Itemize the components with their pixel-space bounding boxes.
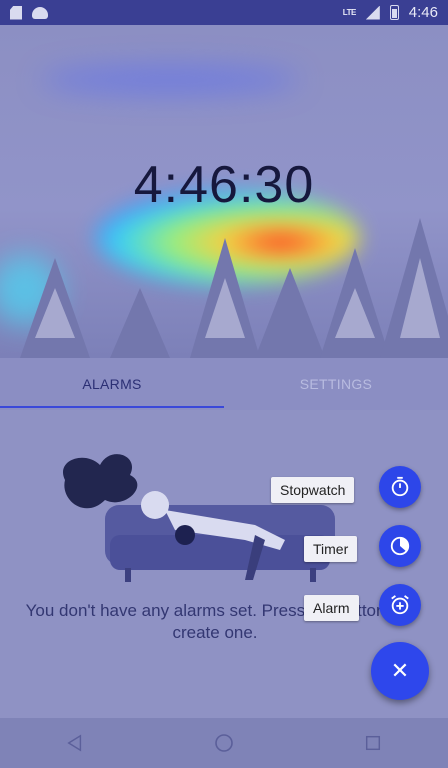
home-icon [215,734,233,752]
recents-icon [366,735,381,751]
sleeping-person-illustration [63,454,335,582]
status-time: 4:46 [408,4,438,21]
tab-bar: ALARMS SETTINGS [0,358,448,410]
sd-card-icon [10,5,22,20]
timer-icon [390,536,410,556]
recents-button[interactable] [353,723,393,763]
clock-display: 4:46:30 [133,156,315,214]
battery-icon [389,5,399,20]
alarm-add-icon [391,595,409,615]
close-fab-button[interactable]: ✕ [371,642,429,700]
network-type: LTE [342,8,357,17]
signal-icon [365,5,380,20]
alarm-label[interactable]: Alarm [304,595,359,621]
tab-alarms[interactable]: ALARMS [0,358,224,410]
close-icon: ✕ [390,658,410,683]
home-button[interactable] [204,723,244,763]
tab-indicator [0,406,224,408]
back-button[interactable] [55,723,95,763]
heatmap-blob [40,65,300,95]
alarm-button[interactable] [379,584,421,626]
back-icon [66,734,81,752]
stopwatch-label[interactable]: Stopwatch [271,477,355,503]
stopwatch-icon [391,476,409,497]
android-icon [32,6,48,19]
forest-illustration [20,218,448,358]
timer-button[interactable] [379,525,421,567]
navigation-bar [0,718,448,768]
stopwatch-button[interactable] [379,466,421,508]
tab-settings[interactable]: SETTINGS [224,358,448,410]
status-bar: LTE 4:46 [0,0,448,25]
timer-label[interactable]: Timer [304,536,358,562]
clock-hero: 4:46:30 [0,25,448,358]
